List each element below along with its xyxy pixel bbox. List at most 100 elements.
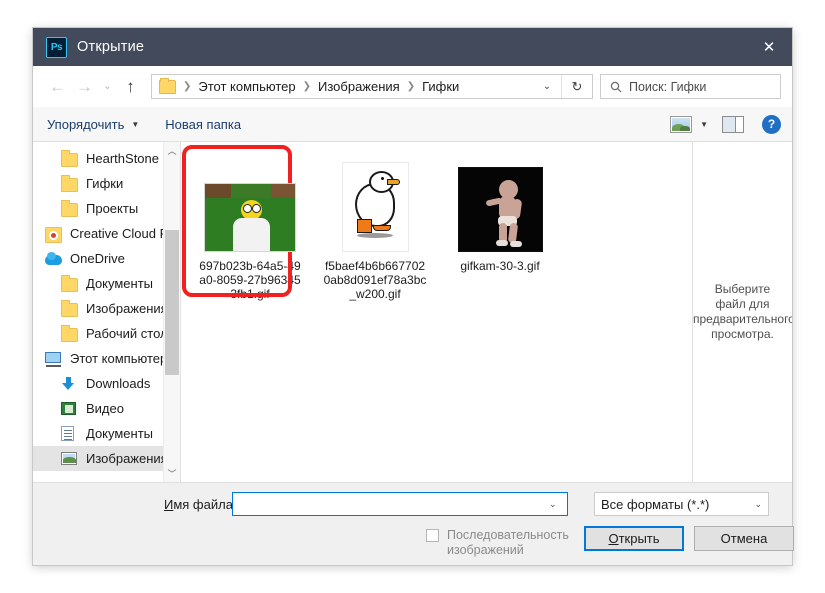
sidebar-list: HearthStone He Гифки Проекты Creative Cloud… <box>33 146 180 471</box>
sidebar-item-10[interactable]: Видео <box>33 396 180 421</box>
up-button[interactable]: ↑ <box>117 73 144 100</box>
address-bar[interactable]: ❯ Этот компьютер ❯ Изображения ❯ Гифки ⌄… <box>151 74 593 99</box>
this-pc-icon <box>45 351 63 367</box>
scrollbar-thumb[interactable] <box>165 230 179 375</box>
folder-icon <box>159 77 176 94</box>
sidebar-item-label: Проекты <box>86 201 139 216</box>
list-item[interactable]: 697b023b-64a5-49a0-8059-27b963453fb1.gif <box>182 145 305 301</box>
breadcrumb-separator: ❯ <box>183 81 192 92</box>
navigation-sidebar: HearthStone He Гифки Проекты Creative Cloud… <box>33 142 180 482</box>
image-sequence-checkbox-row[interactable]: Последовательность изображений <box>426 528 569 558</box>
help-icon[interactable]: ? <box>762 114 781 134</box>
new-folder-button[interactable]: Новая папка <box>165 117 241 132</box>
sidebar-item-9[interactable]: Downloads <box>33 371 180 396</box>
cancel-button[interactable]: Отмена <box>694 526 794 551</box>
sidebar-item-4[interactable]: OneDrive <box>33 246 180 271</box>
image-sequence-label: Последовательность изображений <box>447 528 569 558</box>
file-thumbnail <box>341 156 409 252</box>
sidebar-item-label: Этот компьютер <box>70 351 168 366</box>
sidebar-item-11[interactable]: Документы <box>33 421 180 446</box>
forward-button[interactable]: → <box>71 73 98 100</box>
sidebar-item-7[interactable]: Рабочий стол <box>33 321 180 346</box>
sidebar-item-label: Изображения <box>86 301 168 316</box>
filename-label: Имя файла: <box>164 497 237 512</box>
breadcrumb-item-0[interactable]: Этот компьютер <box>196 79 297 94</box>
search-input[interactable]: Поиск: Гифки <box>629 80 706 94</box>
list-item[interactable]: gifkam-30-3.gif <box>445 156 555 301</box>
homer-thumbnail <box>204 183 296 252</box>
breadcrumb-item-2[interactable]: Гифки <box>420 79 461 94</box>
duck-thumbnail <box>341 162 409 252</box>
file-name: gifkam-30-3.gif <box>460 259 540 273</box>
preview-message: Выберите файл для предварительного просм… <box>693 282 792 342</box>
preview-line: просмотра. <box>711 327 774 341</box>
preview-line: Выберите <box>714 282 771 296</box>
refresh-icon[interactable]: ↻ <box>561 75 592 98</box>
window-title: Открытие <box>77 39 145 55</box>
search-icon <box>610 81 622 93</box>
sidebar-item-label: OneDrive <box>70 251 125 266</box>
preview-pane-icon[interactable] <box>722 115 744 133</box>
sidebar-item-8[interactable]: Этот компьютер <box>33 346 180 371</box>
sidebar-item-label: Изображения <box>86 451 168 466</box>
open-button[interactable]: Открыть <box>584 526 684 551</box>
sidebar-item-3[interactable]: Creative Cloud Fil <box>33 221 180 246</box>
organize-button[interactable]: Упорядочить ▼ <box>47 117 139 132</box>
command-bar: Упорядочить ▼ Новая папка ▼ ? <box>33 107 792 142</box>
sidebar-item-12[interactable]: Изображения <box>33 446 180 471</box>
organize-label: Упорядочить <box>47 116 125 132</box>
folder-icon <box>61 301 79 317</box>
close-icon[interactable]: ✕ <box>746 28 792 66</box>
filetype-value: Все форматы (*.*) <box>601 496 710 512</box>
sidebar-item-label: Видео <box>86 401 124 416</box>
open-file-dialog: Ps Открытие ✕ ← → ⌄ ↑ ❯ Этот компьютер ❯… <box>33 28 794 565</box>
onedrive-icon <box>45 251 63 267</box>
preview-line: файл для <box>715 297 770 311</box>
sidebar-item-6[interactable]: Изображения <box>33 296 180 321</box>
breadcrumb-separator: ❯ <box>302 81 311 92</box>
sidebar-item-5[interactable]: Документы <box>33 271 180 296</box>
back-button[interactable]: ← <box>44 73 71 100</box>
image-sequence-checkbox[interactable] <box>426 529 439 542</box>
video-icon <box>61 401 79 417</box>
checkbox-label-line2: изображений <box>447 543 524 557</box>
downloads-icon <box>61 376 79 392</box>
scroll-down-icon[interactable]: ﹀ <box>164 465 180 482</box>
checkbox-label-line1: Последовательность <box>447 528 569 542</box>
sidebar-item-1[interactable]: Гифки <box>33 171 180 196</box>
chevron-down-icon[interactable]: ▼ <box>700 120 708 129</box>
file-name: f5baef4b6b6677020ab8d091ef78a3bc_w200.gi… <box>323 259 427 301</box>
file-thumbnail <box>204 156 296 252</box>
sidebar-item-label: Гифки <box>86 176 124 191</box>
file-list[interactable]: 697b023b-64a5-49a0-8059-27b963453fb1.gif… <box>181 142 692 482</box>
sidebar-item-0[interactable]: HearthStone He <box>33 146 180 171</box>
sidebar-item-label: Документы <box>86 276 154 291</box>
sidebar-item-2[interactable]: Проекты <box>33 196 180 221</box>
search-box[interactable]: Поиск: Гифки <box>600 74 781 99</box>
chevron-down-icon: ⌄ <box>754 498 762 509</box>
sidebar-item-label: Рабочий стол <box>86 326 168 341</box>
dialog-body: HearthStone He Гифки Проекты Creative Cloud… <box>33 142 792 482</box>
scroll-up-icon[interactable]: ︿ <box>164 142 180 159</box>
filename-input[interactable] <box>232 492 568 516</box>
chevron-down-icon[interactable]: ⌄ <box>549 499 557 510</box>
documents-icon <box>61 425 79 442</box>
sidebar-scrollbar[interactable]: ︿ ﹀ <box>163 142 180 482</box>
address-dropdown-icon[interactable]: ⌄ <box>533 75 561 98</box>
folder-icon <box>61 201 79 217</box>
file-thumbnail <box>457 156 543 252</box>
chevron-down-icon: ▼ <box>131 119 140 129</box>
view-layout-icon[interactable] <box>670 115 693 133</box>
breadcrumb-item-1[interactable]: Изображения <box>316 79 402 94</box>
recent-locations-icon[interactable]: ⌄ <box>98 73 117 100</box>
screenshot-root: Ps Открытие ✕ ← → ⌄ ↑ ❯ Этот компьютер ❯… <box>0 0 825 593</box>
navigation-bar: ← → ⌄ ↑ ❯ Этот компьютер ❯ Изображения ❯… <box>33 66 792 107</box>
sidebar-item-label: Документы <box>86 426 154 441</box>
filename-label-rest: мя файла: <box>173 497 237 512</box>
open-label-rest: ткрыть <box>618 531 660 546</box>
title-bar: Ps Открытие ✕ <box>33 28 792 66</box>
command-bar-right: ▼ ? <box>670 114 792 134</box>
list-item[interactable]: f5baef4b6b6677020ab8d091ef78a3bc_w200.gi… <box>320 156 430 301</box>
pictures-icon <box>61 451 79 467</box>
filetype-select[interactable]: Все форматы (*.*) ⌄ <box>594 492 769 516</box>
